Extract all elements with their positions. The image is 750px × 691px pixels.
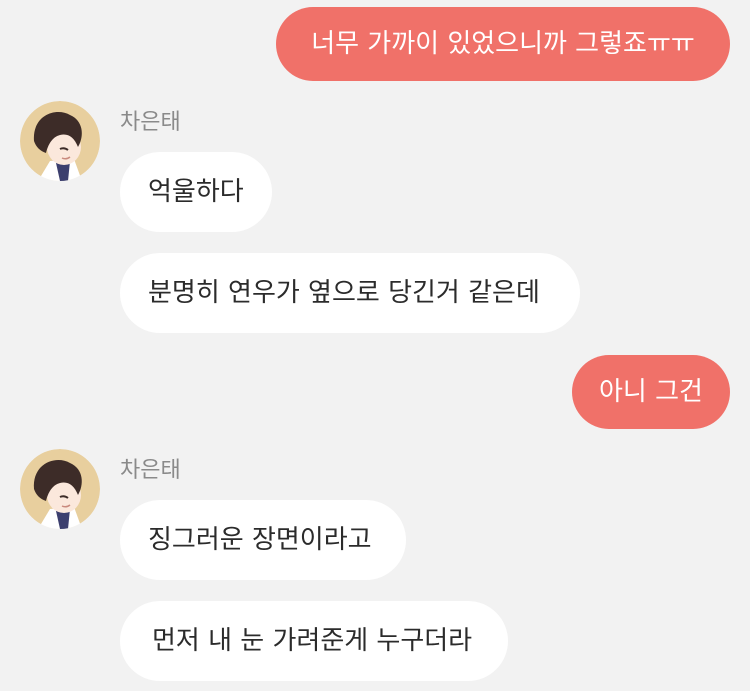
incoming-message-bubble[interactable]: 억울하다 [120, 152, 272, 232]
character-portrait-icon [20, 449, 100, 529]
incoming-message-bubble[interactable]: 분명히 연우가 옆으로 당긴거 같은데 [120, 253, 580, 333]
character-portrait-icon [20, 101, 100, 181]
message-text: 너무 가까이 있었으니까 그렇죠ㅠㅠ [311, 29, 695, 59]
incoming-message-bubble[interactable]: 징그러운 장면이라고 [120, 500, 406, 580]
outgoing-message-bubble[interactable]: 아니 그건 [572, 355, 730, 429]
outgoing-message-bubble[interactable]: 너무 가까이 있었으니까 그렇죠ㅠㅠ [276, 7, 730, 81]
message-text: 억울하다 [148, 177, 244, 207]
avatar[interactable] [20, 101, 100, 181]
avatar[interactable] [20, 449, 100, 529]
message-text: 먼저 내 눈 가려준게 누구더라 [152, 626, 473, 656]
message-text: 분명히 연우가 옆으로 당긴거 같은데 [148, 278, 540, 308]
message-text: 아니 그건 [599, 377, 703, 407]
sender-name: 차은태 [120, 458, 181, 483]
sender-name: 차은태 [120, 110, 181, 135]
incoming-message-bubble[interactable]: 먼저 내 눈 가려준게 누구더라 [120, 601, 508, 681]
message-text: 징그러운 장면이라고 [148, 525, 372, 555]
